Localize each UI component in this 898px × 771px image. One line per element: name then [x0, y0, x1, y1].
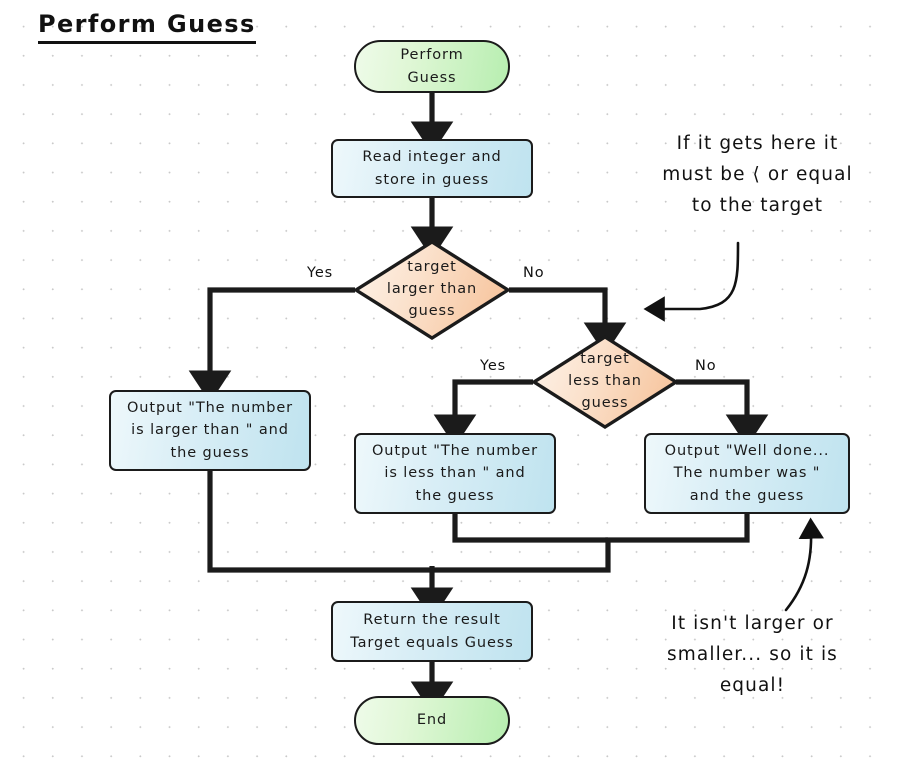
edge-decision2-yes: [433, 379, 533, 447]
edge-decision2-no: [676, 379, 769, 447]
node-end-label: End: [416, 712, 448, 729]
node-return-result[interactable]: Return the result Target equals Guess: [331, 601, 533, 662]
annotation-top: If it gets here it must be ⟨ or equal to…: [662, 133, 853, 217]
node-decision-target-less-label: target less than guess: [568, 351, 642, 411]
flowchart-canvas: Perform Guess Perform Guess Read integer…: [0, 0, 898, 771]
node-end[interactable]: End: [354, 696, 510, 745]
node-output-equal-label: Output "Well done... The number was " an…: [664, 442, 830, 504]
node-decision-target-larger[interactable]: target larger than guess: [354, 240, 510, 340]
edge-label-decision2-yes: Yes: [480, 358, 507, 374]
edge-outless-merge: [452, 513, 608, 543]
node-read-integer-label: Read integer and store in guess: [362, 149, 502, 188]
node-output-less[interactable]: Output "The number is less than " and th…: [354, 433, 556, 514]
node-output-larger[interactable]: Output "The number is larger than " and …: [109, 390, 311, 471]
edge-decision1-yes: [188, 287, 355, 403]
node-start[interactable]: Perform Guess: [354, 40, 510, 93]
node-read-integer[interactable]: Read integer and store in guess: [331, 139, 533, 198]
node-output-equal[interactable]: Output "Well done... The number was " an…: [644, 433, 850, 514]
page-title: Perform Guess: [38, 10, 256, 44]
node-start-label: Perform Guess: [400, 47, 464, 86]
annotation-arrow-bottom: [784, 517, 824, 612]
node-output-less-label: Output "The number is less than " and th…: [371, 442, 538, 504]
node-decision-target-less[interactable]: target less than guess: [532, 335, 678, 429]
edge-decision1-no: [509, 287, 627, 355]
annotation-arrow-top: [643, 241, 740, 322]
node-output-larger-label: Output "The number is larger than " and …: [126, 399, 293, 461]
edge-label-decision1-no: No: [523, 265, 545, 281]
edge-label-decision2-no: No: [695, 358, 717, 374]
node-decision-target-larger-label: target larger than guess: [386, 259, 478, 319]
edge-label-decision1-yes: Yes: [307, 265, 334, 281]
edge-outequal-merge: [432, 513, 750, 573]
annotation-bottom: It isn't larger or smaller... so it is e…: [667, 613, 838, 697]
node-return-result-label: Return the result Target equals Guess: [350, 612, 514, 651]
